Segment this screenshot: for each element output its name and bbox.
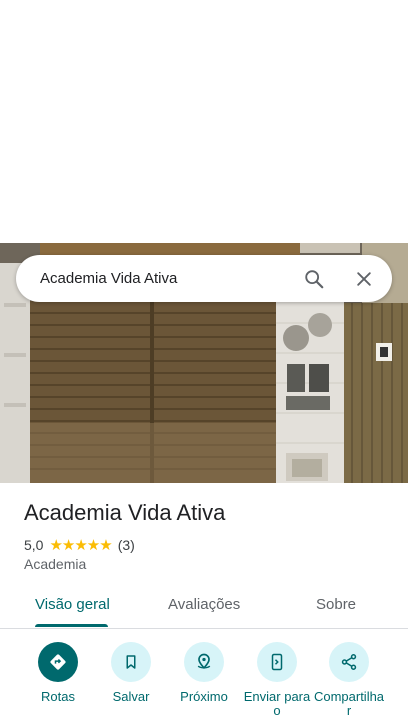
rating-value: 5,0 [24, 537, 44, 553]
nearby-icon [197, 653, 211, 670]
search-query-text[interactable]: Academia Vida Ativa [40, 270, 294, 287]
tab-about[interactable]: Sobre [316, 596, 356, 613]
tab-overview[interactable]: Visão geral [35, 596, 110, 613]
rating-row[interactable]: 5,0 ★★★★★ (3) [24, 536, 135, 554]
tab-reviews[interactable]: Avaliações [168, 596, 240, 613]
save-label: Salvar [112, 689, 150, 704]
send-to-phone-icon [271, 653, 283, 671]
nearby-label: Próximo [180, 689, 228, 704]
search-button[interactable] [294, 259, 334, 299]
share-label: Compartilhar [313, 689, 385, 718]
share-icon [341, 654, 357, 670]
directions-button[interactable]: Rotas [21, 642, 95, 704]
rating-stars: ★★★★★ [49, 537, 112, 554]
send-to-phone-button[interactable]: Enviar para o [240, 642, 314, 718]
nearby-button[interactable]: Próximo [167, 642, 241, 704]
save-button[interactable]: Salvar [94, 642, 168, 704]
directions-label: Rotas [41, 689, 75, 704]
map-empty-area [0, 0, 408, 243]
search-icon [305, 269, 324, 288]
close-icon [357, 271, 371, 286]
place-title: Academia Vida Ativa [24, 500, 226, 525]
search-bar[interactable]: Academia Vida Ativa [16, 255, 392, 302]
share-button[interactable]: Compartilhar [312, 642, 386, 718]
tab-bar: Visão geral Avaliações Sobre [0, 590, 408, 629]
place-category: Academia [24, 556, 87, 572]
send-to-phone-label: Enviar para o [243, 689, 311, 718]
active-tab-indicator [35, 624, 108, 627]
review-count[interactable]: (3) [118, 537, 135, 553]
bookmark-icon [126, 655, 136, 669]
directions-icon [50, 654, 66, 670]
close-button[interactable] [344, 259, 384, 299]
